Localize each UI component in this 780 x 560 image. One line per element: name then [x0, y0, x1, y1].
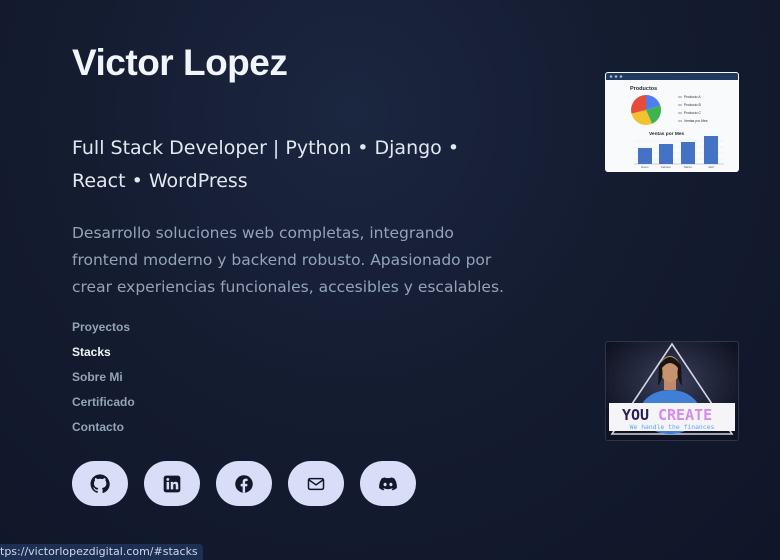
discord-icon [379, 476, 397, 490]
chart-preview-image: Productos Producto A Producto B Producto… [606, 73, 738, 169]
facebook-icon [235, 474, 253, 493]
discord-button[interactable] [360, 461, 416, 506]
project-thumbnail-youcreate[interactable]: YOU CREATE We handle the finances [605, 341, 739, 441]
linkedin-button[interactable] [144, 461, 200, 506]
pie-chart-preview [631, 94, 662, 126]
profile-name: Victor Lopez [72, 42, 288, 83]
project-thumbnail-chart[interactable]: Productos Producto A Producto B Producto… [605, 72, 739, 172]
github-icon [90, 473, 110, 493]
mail-icon [307, 477, 325, 490]
nav-item-stacks[interactable]: Stacks [72, 343, 135, 368]
nav-item-contacto[interactable]: Contacto [72, 418, 135, 443]
brand-slogan: We handle the finances [630, 423, 715, 431]
nav-item-certificado[interactable]: Certificado [72, 393, 135, 418]
brand-create: CREATE [658, 406, 712, 424]
bio-description: Desarrollo soluciones web completas, int… [72, 224, 504, 296]
bar [704, 136, 718, 164]
github-button[interactable] [72, 461, 128, 506]
youcreate-preview-image: YOU CREATE We handle the finances [606, 342, 738, 440]
bar [659, 144, 673, 164]
tagline: Full Stack Developer | Python • Django •… [72, 137, 460, 192]
legend-item: Ventas por Mes [684, 119, 708, 123]
bar-label: Febrero [661, 165, 671, 169]
bar-label: Abril [708, 165, 714, 169]
legend-item: Producto C [684, 111, 702, 115]
bar-chart-title: Ventas por Mes [649, 131, 685, 137]
nav-item-proyectos[interactable]: Proyectos [72, 318, 135, 343]
bar-label: Enero [641, 165, 649, 169]
bar [638, 148, 652, 164]
legend-item: Producto A [684, 95, 701, 99]
mail-button[interactable] [288, 461, 344, 506]
brand-you: YOU [622, 406, 649, 424]
thumb-chart-title: Productos [630, 86, 657, 92]
bar-label: Marzo [684, 165, 692, 169]
section-nav: Proyectos Stacks Sobre Mi Certificado Co… [72, 318, 135, 443]
bar [681, 142, 695, 164]
social-links [72, 461, 416, 506]
facebook-button[interactable] [216, 461, 272, 506]
nav-item-sobre-mi[interactable]: Sobre Mi [72, 368, 135, 393]
status-bar-url: tps://victorlopezdigital.com/#stacks [0, 544, 203, 560]
legend-item: Producto B [684, 103, 702, 107]
linkedin-icon [163, 475, 181, 492]
